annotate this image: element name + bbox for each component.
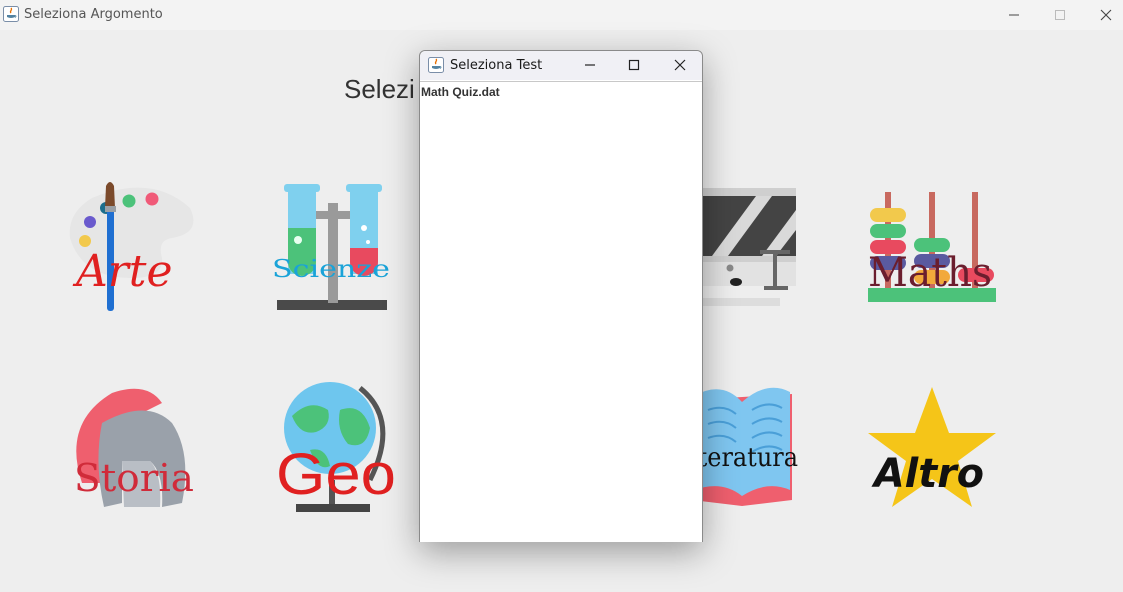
monitor-icon (692, 188, 796, 306)
dialog-maximize-button[interactable] (612, 51, 656, 80)
dialog-titlebar[interactable]: Seleziona Test (420, 51, 702, 80)
main-titlebar: Seleziona Argomento (0, 0, 1123, 30)
file-list[interactable]: Math Quiz.dat (420, 81, 702, 542)
topic-label: Arte (72, 246, 173, 297)
topic-altro[interactable]: Altro (862, 383, 1002, 523)
page-heading: Selezi (344, 74, 415, 104)
minimize-button[interactable] (991, 0, 1037, 30)
test-tubes-icon (277, 184, 387, 310)
topic-label: Maths (868, 250, 992, 296)
select-test-dialog: Seleziona Test Math Quiz.dat (419, 50, 703, 542)
dialog-close-button[interactable] (658, 51, 702, 80)
window-title: Seleziona Argomento (24, 7, 163, 22)
topic-label: Altro (871, 451, 984, 497)
maximize-button[interactable] (1037, 0, 1083, 30)
dialog-minimize-button[interactable] (568, 51, 612, 80)
topic-geo[interactable]: Geo (270, 380, 410, 520)
list-item[interactable]: Math Quiz.dat (421, 85, 500, 99)
dialog-title: Seleziona Test (450, 58, 543, 73)
topic-label: Geo (276, 442, 396, 507)
topic-label: Scienze (272, 255, 390, 283)
topic-arte[interactable]: Arte (62, 178, 202, 318)
java-app-icon (428, 57, 444, 73)
topic-label: Storia (74, 456, 194, 500)
topic-label: tteratura (688, 443, 798, 473)
close-button[interactable] (1083, 0, 1123, 30)
java-app-icon (3, 6, 19, 22)
topic-scienze[interactable]: Scienze (264, 178, 404, 318)
topic-maths[interactable]: Maths (862, 180, 1002, 320)
topic-storia[interactable]: Storia (62, 383, 202, 523)
